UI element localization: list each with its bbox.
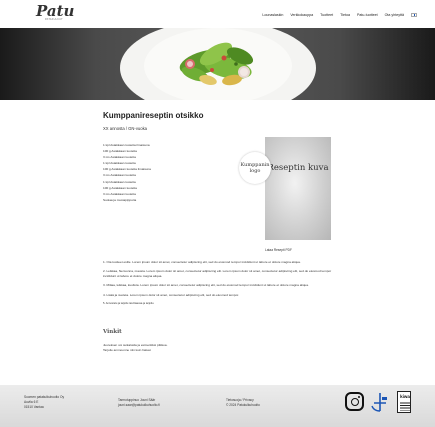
recipe-steps: 1. Ota tuotteet esille. Lorem ipsum dolo… [103,260,333,312]
ingredient-list: 1 kpl Asiakkaan tuotetta ilmaisuna 100 g… [103,142,151,203]
site-footer: Suomen patakulkuhuolto Oy Auvila 6 E 015… [0,385,435,427]
recipe-servings: XX annosta / GN-vuoka [103,126,147,131]
recipe-step: 3. Mittaa, leikkaa, kuullota. Lorem ipsu… [103,283,309,288]
recipe-title: Kumppanireseptin otsikko [103,111,204,120]
nav-item-tuotteet[interactable]: Tuotteet [320,13,333,17]
main-nav: Lounaslaskin Verkkokauppa Tuotteet Tieto… [262,13,417,17]
key-flag-certificate-icon [371,393,387,412]
recipe-step: 5. Annostelu ja tarjoilu tarvittaessa ja… [103,302,155,306]
nav-item-verkkokauppa[interactable]: Verkkokauppa [290,13,313,17]
nav-item-lounaslaskin[interactable]: Lounaslaskin [262,13,283,17]
recipe-step: 4. Lisää ja nuoleta. Lorem ipsum dolor s… [103,292,240,297]
footer-privacy-link[interactable]: Tietosuoja / Privacy [226,398,254,402]
recipe-image-placeholder: Reseptin kuva [265,137,331,240]
recipe-step: 1. Ota tuotteet esille. Lorem ipsum dolo… [103,260,301,264]
hero-image [0,28,435,100]
logo-text: Patu [36,2,75,20]
tips-heading: Vinkit [103,329,122,335]
site-header: Patu PATAKULKUT Lounaslaskin Verkkokaupp… [0,0,435,28]
tip-item: Tarjoile ammoonne niin kuin haluat [103,348,151,352]
footer-copyright: © 2024 Patukulkuhuolto [226,403,260,407]
site-logo[interactable]: Patu PATAKULKUT [36,2,75,22]
finnish-flag-icon[interactable] [411,13,417,17]
footer-postal: 01510 Vantaa [24,405,44,409]
footer-company-info: Suomen patakulkuhuolto Oy Auvila 6 E 015… [24,395,64,410]
partner-logo-placeholder: Kumppanin logo [239,152,271,184]
kiwa-fine-print [400,402,410,411]
partner-logo-label: Kumppanin logo [240,162,270,174]
instagram-icon[interactable] [345,392,364,411]
recipe-image-label: Reseptin kuva [267,163,329,173]
salad-plate-illustration [120,28,316,100]
nav-item-ota-yhteytta[interactable]: Ota yhteyttä [385,13,404,17]
recipe-step: 2. Leikkaa, Nenvonna, mausta. Lorem ipsu… [103,269,332,278]
nav-item-patu-tuotteet[interactable]: Patu-tuotteet [357,13,378,17]
kiwa-certificate-icon: kiwa [397,391,411,413]
footer-legal: Tietosuoja / Privacy © 2024 Patukulkuhuo… [226,398,260,408]
nav-item-tietoa[interactable]: Tietoa [340,13,350,17]
footer-contact: Tarmotuppinuo Jouni Säär jouni.saar@patu… [118,398,160,408]
kiwa-label: kiwa [400,394,410,399]
ingredient-item: Suolaa ja mustapippuria [103,197,137,202]
footer-contact-email[interactable]: jouni.saar@patukulkuhuolto.fi [118,403,160,407]
tips-list: Juureksen voi suikaloida ja esimerkiksi … [103,343,167,353]
download-pdf-link[interactable]: Lataa Resepti PDF [265,248,292,252]
